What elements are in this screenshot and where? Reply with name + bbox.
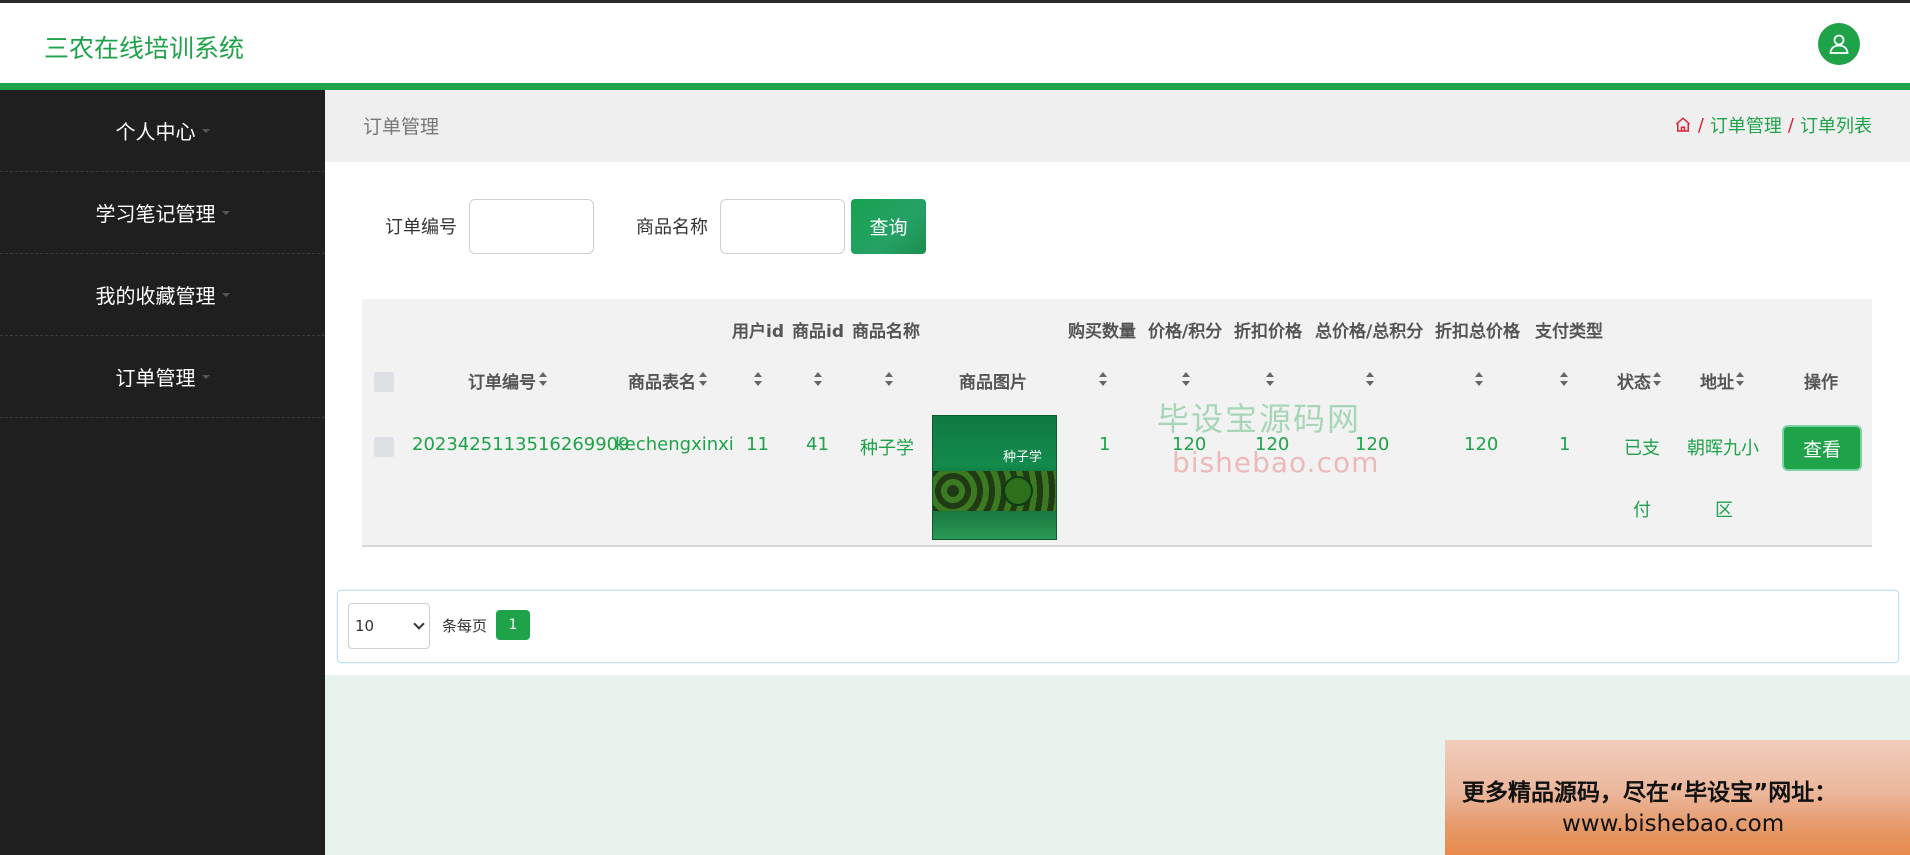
sidebar-item-label: 个人中心 [115,120,196,144]
breadcrumb-separator: / [1787,114,1794,136]
header-address[interactable]: 地址 [1700,368,1734,393]
order-no-input[interactable] [469,198,594,254]
chevron-down-icon [413,618,425,630]
cell-goods-table: kechengxinxi [615,434,734,455]
breadcrumb-separator: / [1697,114,1704,136]
header-discount-price[interactable]: 折扣价格 [1234,317,1302,342]
sort-icon[interactable] [1182,372,1190,386]
cell-quantity: 1 [1099,434,1111,455]
sidebar-item-label: 订单管理 [115,366,196,390]
sort-icon[interactable] [699,372,707,386]
page-title: 订单管理 [363,116,440,138]
header-total[interactable]: 总价格/总积分 [1315,317,1423,342]
top-bar-accent [0,83,1910,90]
user-icon [1829,34,1849,54]
cell-goods-name: 种子学 [860,438,914,459]
caret-down-icon [201,374,210,379]
goods-name-input[interactable] [720,198,845,254]
header-goods-name[interactable]: 商品名称 [852,317,920,342]
header-status[interactable]: 状态 [1617,368,1651,393]
sort-icon[interactable] [1560,372,1568,386]
search-form: 订单编号 商品名称 查询 [385,198,926,254]
cell-status-wrap: 付 [1633,500,1651,521]
promo-line2: www.bishebao.com [1562,811,1785,837]
header-goods-image: 商品图片 [959,373,1027,393]
header-actions: 操作 [1804,373,1838,393]
cell-pay-type: 1 [1559,434,1571,455]
sort-icon[interactable] [1475,372,1483,386]
breadcrumb: / 订单管理 / 订单列表 [1674,112,1872,138]
user-avatar-button[interactable] [1818,23,1860,65]
per-page-label: 条每页 [442,617,488,635]
sort-icon[interactable] [885,372,893,386]
promo-line1: 更多精品源码，尽在“毕设宝”网址： [1462,780,1838,806]
sidebar-item-label: 我的收藏管理 [95,284,216,308]
caret-down-icon [221,210,230,215]
view-button[interactable]: 查看 [1784,427,1860,469]
breadcrumb-item-orders[interactable]: 订单管理 [1710,112,1782,138]
page-size-select[interactable]: 10 [348,603,430,649]
sidebar-item-label: 学习笔记管理 [95,202,216,226]
sort-icon[interactable] [539,372,547,386]
cell-address: 朝晖九小 [1687,438,1759,459]
row-checkbox[interactable] [374,437,394,457]
header-user-id[interactable]: 用户id [732,317,784,342]
goods-image[interactable]: 种子学 [932,415,1057,540]
cell-goods-id: 41 [806,434,829,455]
header-order-no[interactable]: 订单编号 [468,368,536,393]
cell-address-wrap: 区 [1715,500,1733,521]
cell-discount-total: 120 [1464,434,1499,455]
watermark-en: bishebao.com [1172,446,1380,479]
app-title: 三农在线培训系统 [44,34,245,63]
sort-icon[interactable] [1366,372,1374,386]
orders-table: 订单编号 商品表名 用户id 商品id 商品名称 商品图片 购买数量 价格/积分… [362,299,1872,547]
page-size-value: 10 [355,617,375,635]
page-header: 订单管理 / 订单管理 / 订单列表 [325,90,1910,162]
breadcrumb-item-order-list[interactable]: 订单列表 [1800,112,1872,138]
order-no-label: 订单编号 [385,217,457,238]
goods-image-seeds [933,471,1056,511]
cell-user-id: 11 [746,434,769,455]
header-quantity[interactable]: 购买数量 [1068,317,1136,342]
goods-image-seed [1003,476,1033,506]
header-goods-table[interactable]: 商品表名 [628,368,696,393]
goods-image-title: 种子学 [1003,450,1043,465]
promo-banner: 更多精品源码，尽在“毕设宝”网址： www.bishebao.com [1445,740,1910,855]
sidebar-item-personal-center[interactable]: 个人中心 [0,90,325,172]
sort-icon[interactable] [1736,372,1744,386]
sort-icon[interactable] [814,372,822,386]
header-discount-total[interactable]: 折扣总价格 [1435,317,1520,342]
sidebar-item-study-notes[interactable]: 学习笔记管理 [0,172,325,254]
sort-icon[interactable] [1099,372,1107,386]
query-button[interactable]: 查询 [851,198,926,254]
sidebar-item-orders[interactable]: 订单管理 [0,336,325,418]
header-goods-id[interactable]: 商品id [792,317,844,342]
header-price[interactable]: 价格/积分 [1148,317,1222,342]
sort-icon[interactable] [754,372,762,386]
sort-icon[interactable] [1653,372,1661,386]
cell-status: 已支 [1624,438,1660,459]
top-bar: 三农在线培训系统 [0,0,1910,90]
pagination: 10 条每页 1 [337,590,1899,663]
sidebar: 个人中心 学习笔记管理 我的收藏管理 订单管理 [0,90,325,855]
sort-icon[interactable] [1266,372,1274,386]
goods-name-label: 商品名称 [636,217,708,238]
header-pay-type[interactable]: 支付类型 [1535,317,1603,342]
cell-order-no: 2023425113516269909 [412,434,630,455]
sidebar-item-favorites[interactable]: 我的收藏管理 [0,254,325,336]
watermark-cn: 毕设宝源码网 [1157,400,1362,438]
home-icon[interactable] [1674,116,1692,134]
select-all-checkbox[interactable] [374,372,394,392]
caret-down-icon [221,292,230,297]
page-number-button[interactable]: 1 [496,610,530,640]
caret-down-icon [201,128,210,133]
